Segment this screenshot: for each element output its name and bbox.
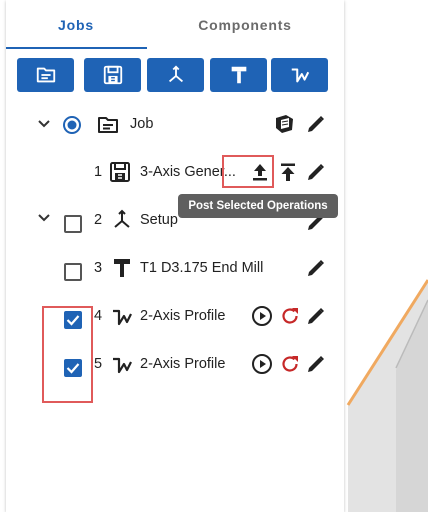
- new-tool-button[interactable]: [210, 58, 267, 92]
- edit-icon[interactable]: [304, 256, 328, 280]
- tree-row-job[interactable]: Job: [6, 106, 344, 142]
- radio-selected-icon[interactable]: [62, 115, 82, 135]
- toolpath-icon: [113, 309, 132, 326]
- save-icon: [110, 162, 130, 182]
- play-icon[interactable]: [250, 304, 274, 328]
- edit-icon[interactable]: [304, 112, 328, 136]
- refresh-icon[interactable]: [278, 352, 302, 376]
- row-number: 3: [94, 260, 103, 276]
- new-job-button[interactable]: [17, 58, 74, 92]
- axis-icon: [114, 209, 130, 228]
- chevron-down-icon[interactable]: [36, 210, 52, 226]
- folder-icon: [36, 67, 55, 83]
- tab-bar: Jobs Components: [6, 0, 344, 50]
- setup-checkbox[interactable]: [64, 215, 82, 233]
- new-operation-button[interactable]: [271, 58, 328, 92]
- operation-label: 2-Axis Profile: [140, 356, 226, 372]
- setup-label: Setup: [140, 212, 178, 228]
- tool-icon: [231, 66, 246, 84]
- active-tab-indicator: [6, 47, 147, 49]
- folder-icon: [98, 117, 118, 133]
- refresh-icon[interactable]: [278, 304, 302, 328]
- row-number: 1: [94, 164, 103, 180]
- row-number: 4: [94, 308, 103, 324]
- toolpath-icon: [113, 357, 132, 374]
- stock-icon[interactable]: [272, 112, 296, 136]
- operation-label: 2-Axis Profile: [140, 308, 226, 324]
- toolpath-icon: [291, 68, 309, 83]
- tab-jobs[interactable]: Jobs: [6, 0, 146, 50]
- edit-icon[interactable]: [304, 352, 328, 376]
- edit-icon[interactable]: [304, 160, 328, 184]
- tooltip: Post Selected Operations: [178, 194, 338, 218]
- tool-checkbox[interactable]: [64, 263, 82, 281]
- post-all-icon[interactable]: [276, 160, 300, 184]
- new-program-button[interactable]: [84, 58, 141, 92]
- job-toolbar: [6, 58, 344, 92]
- axis-icon: [168, 65, 183, 83]
- row-number: 2: [94, 212, 103, 228]
- row-number: 5: [94, 356, 103, 372]
- edit-icon[interactable]: [304, 304, 328, 328]
- new-setup-button[interactable]: [147, 58, 204, 92]
- highlight-box: [222, 155, 274, 188]
- chevron-down-icon[interactable]: [36, 116, 52, 132]
- tool-icon: [114, 259, 130, 277]
- tab-components[interactable]: Components: [146, 0, 344, 50]
- tool-label: T1 D3.175 End Mill: [140, 260, 264, 276]
- play-icon[interactable]: [250, 352, 274, 376]
- tree-row-program[interactable]: 1 3-Axis Gener...: [6, 154, 344, 190]
- save-icon: [103, 65, 122, 85]
- jobs-panel: Jobs Components Job 1 3-Axis Gener... 2 …: [6, 0, 344, 512]
- job-label: Job: [130, 116, 154, 132]
- highlight-box: [42, 306, 93, 403]
- tree-row-tool[interactable]: 3 T1 D3.175 End Mill: [6, 250, 344, 286]
